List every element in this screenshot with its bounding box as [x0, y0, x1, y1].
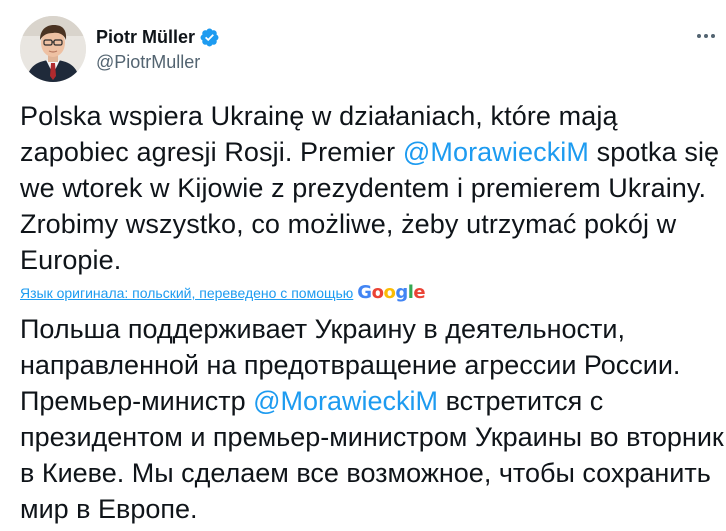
google-logo: Google	[357, 282, 426, 303]
avatar-photo	[20, 16, 86, 82]
translation-source-link[interactable]: Язык оригинала: польский, переведено с п…	[20, 284, 353, 302]
mention-link[interactable]: @MorawieckiM	[253, 386, 438, 416]
avatar[interactable]	[20, 16, 86, 82]
display-name[interactable]: Piotr Müller	[96, 25, 195, 49]
verified-badge-icon	[199, 27, 220, 48]
mention-link[interactable]: @MorawieckiM	[403, 137, 589, 167]
display-name-row: Piotr Müller	[96, 25, 220, 49]
more-options-icon[interactable]	[694, 24, 718, 48]
translated-text: Польша поддерживает Украину в деятельнос…	[20, 311, 726, 527]
tweet-header: Piotr Müller @PiotrMuller	[20, 16, 726, 86]
user-info: Piotr Müller @PiotrMuller	[96, 25, 220, 74]
tweet-text: Polska wspiera Ukrainę w działaniach, kt…	[20, 98, 720, 278]
user-handle[interactable]: @PiotrMuller	[96, 50, 220, 74]
tweet: Piotr Müller @PiotrMuller Polska wspiera…	[0, 0, 726, 531]
translation-attribution: Язык оригинала: польский, переведено с п…	[20, 282, 426, 304]
